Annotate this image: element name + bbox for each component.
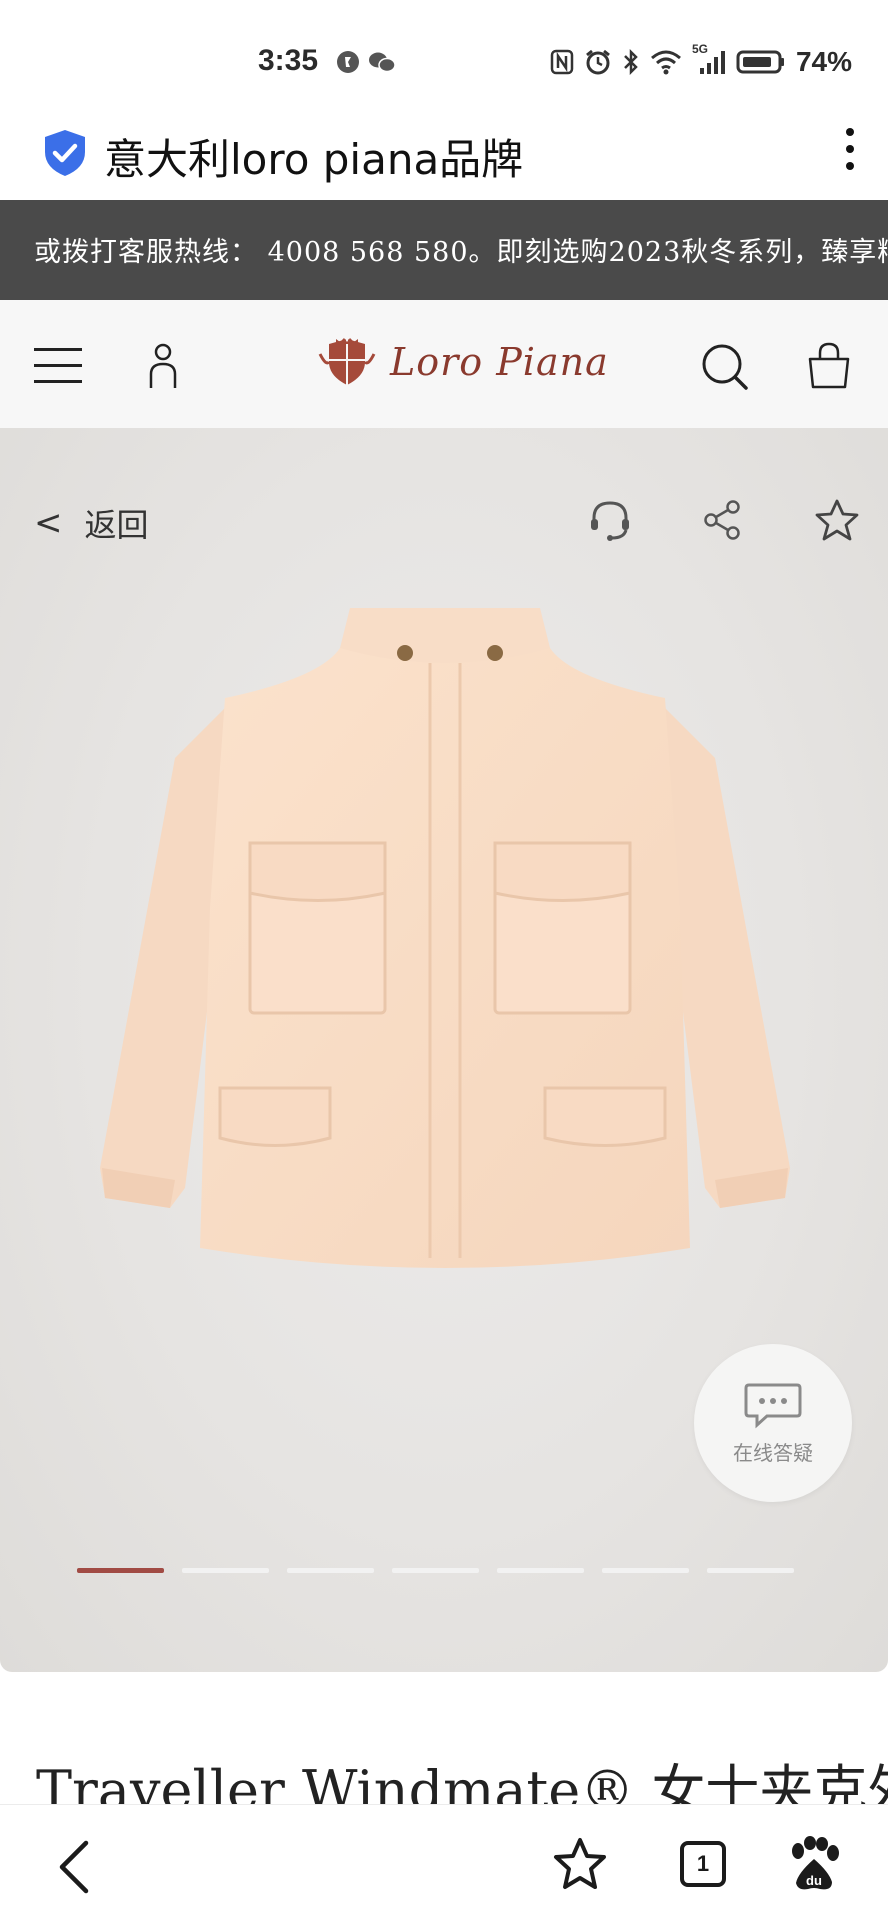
favorite-star-icon[interactable] xyxy=(814,498,860,542)
page: 3:35 5G 74% 意大利loro piana品牌 或拨打客服热线： 400… xyxy=(0,0,888,1922)
back-label: 返回 xyxy=(84,506,149,544)
battery-icon xyxy=(736,50,784,74)
bluetooth-icon xyxy=(624,48,638,76)
online-chat-button[interactable]: 在线答疑 xyxy=(694,1344,852,1502)
hamburger-menu-icon[interactable] xyxy=(34,348,82,383)
browser-back-icon[interactable] xyxy=(54,1839,94,1895)
carousel-dot[interactable] xyxy=(77,1568,164,1573)
wifi-icon xyxy=(650,50,681,75)
account-icon[interactable] xyxy=(146,342,180,390)
site-header: Loro Piana xyxy=(0,300,888,428)
brand-wordmark: Loro Piana xyxy=(390,340,609,384)
svg-text:du: du xyxy=(806,1873,822,1888)
chat-icon xyxy=(744,1383,802,1428)
status-right: 5G 74% xyxy=(550,42,852,78)
brand-logo[interactable]: Loro Piana xyxy=(318,336,609,388)
more-options-icon[interactable] xyxy=(840,128,860,178)
carousel-dot[interactable] xyxy=(707,1568,794,1573)
baidu-paw-icon[interactable]: du xyxy=(786,1835,842,1893)
product-image-jacket xyxy=(100,608,790,1268)
bookmark-star-icon[interactable] xyxy=(552,1837,608,1891)
carousel-dot[interactable] xyxy=(182,1568,269,1573)
secure-shield-icon xyxy=(45,130,85,176)
share-icon[interactable] xyxy=(702,499,744,541)
status-time: 3:35 xyxy=(258,44,319,77)
browser-address-bar[interactable]: 意大利loro piana品牌 xyxy=(0,100,888,200)
carousel-dot[interactable] xyxy=(392,1568,479,1573)
chat-label: 在线答疑 xyxy=(733,1440,813,1465)
status-bar: 3:35 5G 74% xyxy=(0,0,888,100)
gallery-tools xyxy=(588,498,860,542)
wechat-icon xyxy=(369,52,396,73)
customer-service-icon[interactable] xyxy=(588,498,632,542)
battery-percent: 74% xyxy=(795,46,852,77)
carousel-indicator xyxy=(77,1568,794,1573)
carousel-dot[interactable] xyxy=(287,1568,374,1573)
announcement-text: 或拨打客服热线： 4008 568 580。即刻选购2023秋冬系列，臻享精美缤 xyxy=(34,237,888,268)
nfc-icon xyxy=(550,49,574,75)
carousel-dot[interactable] xyxy=(497,1568,584,1573)
alarm-icon xyxy=(586,49,610,75)
search-icon[interactable] xyxy=(700,342,750,392)
status-notification-icons xyxy=(336,50,396,74)
signal-icon xyxy=(699,51,725,74)
tabs-count-button[interactable]: 1 xyxy=(680,1841,726,1887)
page-title[interactable]: 意大利loro piana品牌 xyxy=(104,126,523,187)
back-chevron-icon: < xyxy=(34,503,63,543)
announcement-banner: 或拨打客服热线： 4008 568 580。即刻选购2023秋冬系列，臻享精美缤 xyxy=(0,200,888,300)
shopping-bag-icon[interactable] xyxy=(804,340,854,390)
back-link[interactable]: < 返回 xyxy=(34,500,149,546)
brand-crest-icon xyxy=(318,338,376,385)
browser-bottom-toolbar: 1 du xyxy=(0,1804,888,1922)
cellular-signal: 5G xyxy=(692,42,726,76)
carousel-dot[interactable] xyxy=(602,1568,689,1573)
app-notification-icon xyxy=(337,51,359,73)
product-image-gallery[interactable]: < 返回 在线答疑 xyxy=(0,428,888,1672)
